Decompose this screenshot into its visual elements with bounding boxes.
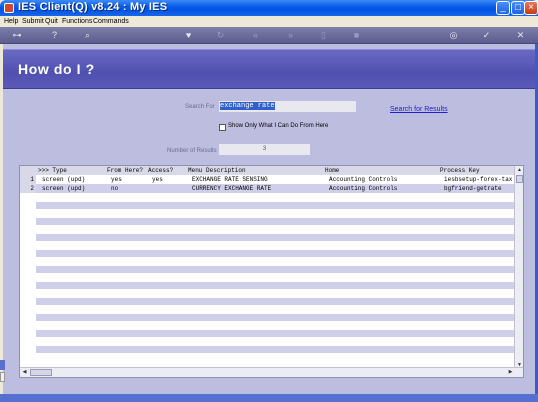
grid-stripe xyxy=(36,250,515,257)
key-icon[interactable]: ⊶ xyxy=(6,29,28,42)
maximize-button[interactable]: □ xyxy=(511,1,525,15)
col-home[interactable]: Home xyxy=(325,166,339,175)
help-icon[interactable]: ? xyxy=(48,29,61,42)
minimize-button[interactable]: _ xyxy=(496,1,510,15)
menu-bar: Help Submit Quit Functions Commands xyxy=(0,16,538,27)
toolbar: ⊶ ? ⌕ ♥ ↻ « » ▯ ■ ◎ ✓ ✕ xyxy=(0,27,538,44)
grid-stripe xyxy=(36,234,515,241)
cell-process-key: bgfriend-getrate xyxy=(444,185,502,192)
grid-stripe xyxy=(36,218,515,225)
search-icon[interactable]: ⌕ xyxy=(81,29,94,42)
results-grid[interactable]: >>> Type From Here? Access? Menu Descrip… xyxy=(19,165,524,378)
toolbar-close-icon[interactable]: ✕ xyxy=(514,29,527,42)
vertical-scrollbar[interactable]: ▲ ▼ xyxy=(514,166,523,369)
row-number: 2 xyxy=(20,184,36,193)
col-process-key[interactable]: Process Key xyxy=(440,166,480,175)
cell-home: Accounting Controls xyxy=(329,185,398,192)
menu-help[interactable]: Help xyxy=(4,16,18,27)
cell-type: screen (upd) xyxy=(42,185,86,192)
cell-type: screen (upd) xyxy=(42,176,86,183)
document-icon[interactable]: ▯ xyxy=(317,29,330,42)
cell-description: EXCHANGE RATE SENSING xyxy=(192,176,268,183)
col-type[interactable]: >>> Type xyxy=(38,166,67,175)
col-from-here[interactable]: From Here? xyxy=(107,166,143,175)
refresh-icon[interactable]: ↻ xyxy=(214,29,227,42)
forward-icon[interactable]: » xyxy=(284,29,297,42)
menu-submit[interactable]: Submit xyxy=(22,16,44,27)
horizontal-scroll-thumb[interactable] xyxy=(30,369,52,376)
page-title: How do I ? xyxy=(18,61,95,77)
scroll-right-icon[interactable]: ▶ xyxy=(506,368,515,377)
results-count-value: 3 xyxy=(219,144,310,155)
show-only-checkbox[interactable] xyxy=(219,124,226,131)
scroll-left-icon[interactable]: ◀ xyxy=(20,368,29,377)
cell-home: Accounting Controls xyxy=(329,176,398,183)
stop-icon[interactable]: ■ xyxy=(350,29,363,42)
check-icon[interactable]: ✓ xyxy=(480,29,493,42)
app-icon xyxy=(4,3,14,13)
title-bar: IES Client(Q) v8.24 : My IES _ □ × xyxy=(0,0,538,16)
cell-from-here: no xyxy=(111,185,119,192)
col-access[interactable]: Access? xyxy=(148,166,173,175)
menu-commands[interactable]: Commands xyxy=(93,16,129,27)
vertical-scroll-thumb[interactable] xyxy=(516,175,523,183)
close-button[interactable]: × xyxy=(524,1,538,15)
cell-process-key: iesbsetup-forex-tax xyxy=(444,176,513,183)
results-count-label: Number of Results xyxy=(167,148,217,154)
side-tab-secondary[interactable] xyxy=(0,372,5,382)
cell-description: CURRENCY EXCHANGE RATE xyxy=(192,185,272,192)
grid-stripe xyxy=(36,202,515,209)
search-input[interactable]: exchange rate xyxy=(219,101,356,112)
col-menu-description[interactable]: Menu Description xyxy=(188,166,246,175)
show-only-label: Show Only What I Can Do From Here xyxy=(228,123,329,129)
heart-icon[interactable]: ♥ xyxy=(182,29,195,42)
menu-functions[interactable]: Functions xyxy=(62,16,92,27)
cell-access: yes xyxy=(152,176,163,183)
grid-stripe xyxy=(36,314,515,321)
search-input-value: exchange rate xyxy=(220,102,275,110)
grid-stripe xyxy=(36,330,515,337)
cell-from-here: yes xyxy=(111,176,122,183)
side-tab[interactable] xyxy=(0,360,5,370)
menu-quit[interactable]: Quit xyxy=(45,16,58,27)
horizontal-scrollbar[interactable]: ◀ ▶ xyxy=(20,367,523,377)
grid-stripe xyxy=(36,298,515,305)
globe-icon[interactable]: ◎ xyxy=(447,29,460,42)
grid-stripe xyxy=(36,266,515,273)
search-label: Search For xyxy=(185,104,215,110)
table-row[interactable]: 1 screen (upd) yes yes EXCHANGE RATE SEN… xyxy=(20,175,515,184)
window-title: IES Client(Q) v8.24 : My IES xyxy=(18,1,168,13)
grid-header: >>> Type From Here? Access? Menu Descrip… xyxy=(20,166,515,175)
table-row[interactable]: 2 screen (upd) no CURRENCY EXCHANGE RATE… xyxy=(20,184,515,193)
grid-stripe xyxy=(36,346,515,353)
main-panel: How do I ? Search For exchange rate Sear… xyxy=(3,44,535,394)
back-icon[interactable]: « xyxy=(249,29,262,42)
search-for-results-link[interactable]: Search for Results xyxy=(390,106,448,113)
window-frame-bottom xyxy=(0,394,538,402)
scroll-up-icon[interactable]: ▲ xyxy=(515,166,523,174)
row-number: 1 xyxy=(20,175,36,184)
grid-stripe xyxy=(36,282,515,289)
header-band: How do I ? xyxy=(3,49,535,89)
